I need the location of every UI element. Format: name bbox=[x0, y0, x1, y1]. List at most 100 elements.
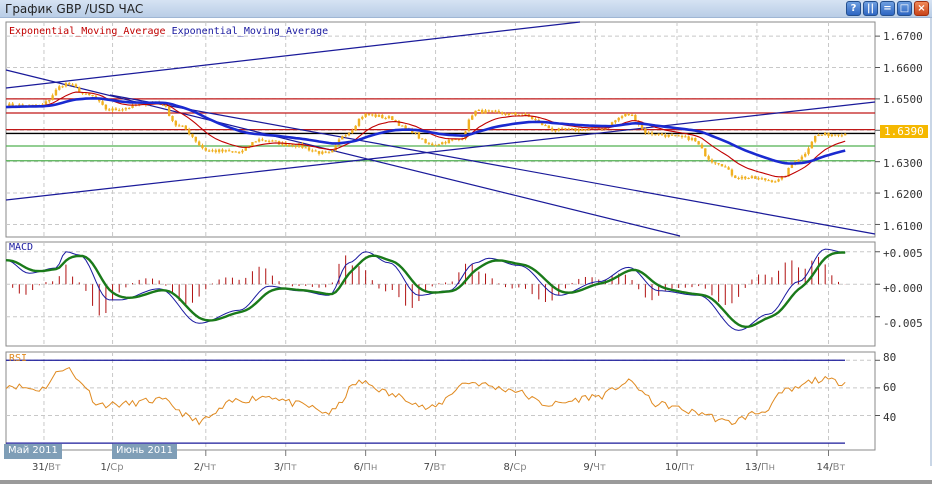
candle-body bbox=[357, 118, 361, 126]
date-tick-label: 8/Ср bbox=[503, 462, 527, 473]
candle-body bbox=[324, 151, 327, 153]
rsi-tick-label: 40 bbox=[883, 411, 897, 424]
candle-body bbox=[494, 110, 497, 112]
date-weekday: Чт bbox=[203, 462, 217, 473]
candle-body bbox=[674, 135, 677, 137]
price-tick-label: 1.6600 bbox=[883, 62, 923, 75]
candle-body bbox=[108, 109, 111, 111]
candle-body bbox=[843, 133, 847, 136]
candle-body bbox=[667, 134, 670, 137]
candle-body bbox=[61, 86, 64, 88]
candle-body bbox=[797, 159, 800, 162]
rsi-tick-label: 60 bbox=[883, 381, 897, 394]
candle-body bbox=[374, 114, 377, 117]
candle-body bbox=[224, 150, 227, 152]
candle-body bbox=[704, 148, 707, 157]
candle-body bbox=[71, 84, 74, 86]
candle-body bbox=[174, 120, 178, 126]
candle-body bbox=[347, 133, 351, 136]
candle-body bbox=[51, 95, 54, 100]
candle-body bbox=[234, 151, 237, 153]
date-weekday: Пт bbox=[283, 462, 297, 473]
candle-body bbox=[444, 142, 447, 144]
candle-body bbox=[574, 128, 577, 131]
date-weekday: Вт bbox=[48, 462, 61, 473]
candle-body bbox=[447, 139, 451, 144]
candle-body bbox=[840, 135, 844, 137]
candle-body bbox=[267, 140, 271, 142]
candle-body bbox=[817, 134, 820, 137]
legend-ema-fast[interactable]: Exponential_Moving_Average bbox=[9, 26, 166, 37]
candle-body bbox=[384, 118, 387, 120]
candle-body bbox=[737, 177, 740, 179]
candle-body bbox=[254, 141, 257, 143]
candle-body bbox=[181, 125, 184, 127]
candle-body bbox=[321, 151, 324, 154]
candle-body bbox=[807, 148, 810, 154]
candle-body bbox=[534, 119, 537, 121]
rsi-tick-label: 80 bbox=[883, 351, 897, 364]
candle-body bbox=[314, 150, 317, 152]
candle-body bbox=[474, 110, 477, 116]
candle-body bbox=[421, 138, 424, 140]
candle-body bbox=[391, 116, 394, 121]
candle-body bbox=[381, 115, 384, 119]
candle-body bbox=[241, 150, 244, 153]
candle-body bbox=[84, 93, 88, 95]
price-chart[interactable] bbox=[0, 0, 932, 484]
candle-body bbox=[740, 176, 744, 179]
candle-body bbox=[194, 136, 198, 142]
candle-body bbox=[690, 138, 694, 140]
candle-body bbox=[64, 83, 68, 87]
candle-body bbox=[441, 142, 444, 145]
candle-body bbox=[231, 151, 234, 153]
candle-body bbox=[184, 125, 188, 130]
candle-body bbox=[177, 125, 181, 127]
candle-body bbox=[201, 145, 204, 149]
candle-body bbox=[121, 109, 124, 111]
candle-body bbox=[191, 133, 194, 137]
candle-body bbox=[507, 113, 511, 115]
candle-body bbox=[171, 115, 174, 121]
panel-rsi bbox=[5, 351, 876, 451]
candle-body bbox=[810, 141, 814, 149]
candle-body bbox=[118, 110, 121, 112]
candle-body bbox=[367, 113, 371, 115]
candle-body bbox=[554, 130, 557, 132]
candle-body bbox=[780, 177, 784, 180]
current-price-badge: 1.6390 bbox=[880, 125, 928, 138]
date-day: 31 bbox=[31, 462, 45, 473]
candle-body bbox=[124, 108, 128, 110]
candle-body bbox=[101, 101, 104, 105]
candle-body bbox=[827, 132, 830, 137]
candle-body bbox=[48, 99, 51, 102]
candle-body bbox=[58, 86, 61, 90]
date-day: 3 bbox=[273, 462, 281, 473]
candle-body bbox=[497, 111, 501, 113]
legend-ema-slow[interactable]: Exponential_Moving_Average bbox=[172, 26, 329, 37]
month-label-may: Май 2011 bbox=[4, 444, 62, 459]
candle-body bbox=[467, 119, 471, 132]
date-weekday: Пн bbox=[363, 462, 378, 473]
date-tick-label: 10/Пт bbox=[664, 462, 695, 473]
candle-body bbox=[813, 136, 817, 142]
candle-body bbox=[264, 140, 267, 142]
date-weekday: Вт bbox=[832, 462, 846, 473]
date-weekday: Ср bbox=[110, 462, 124, 473]
candle-body bbox=[624, 114, 627, 117]
date-tick-label: 14/Вт bbox=[816, 462, 846, 473]
candle-body bbox=[217, 149, 221, 152]
candle-body bbox=[91, 95, 94, 97]
date-weekday: Вт bbox=[433, 462, 446, 473]
candle-body bbox=[167, 106, 171, 116]
candle-body bbox=[354, 125, 357, 131]
candle-body bbox=[377, 115, 381, 117]
date-tick-label: 6/Пн bbox=[353, 462, 378, 473]
macd-panel-title: MACD bbox=[9, 242, 34, 253]
candle-body bbox=[627, 114, 630, 116]
candle-body bbox=[114, 108, 118, 111]
candle-body bbox=[451, 139, 454, 141]
candle-body bbox=[487, 110, 491, 112]
candle-body bbox=[331, 150, 334, 153]
price-tick-label: 1.6200 bbox=[883, 188, 923, 201]
